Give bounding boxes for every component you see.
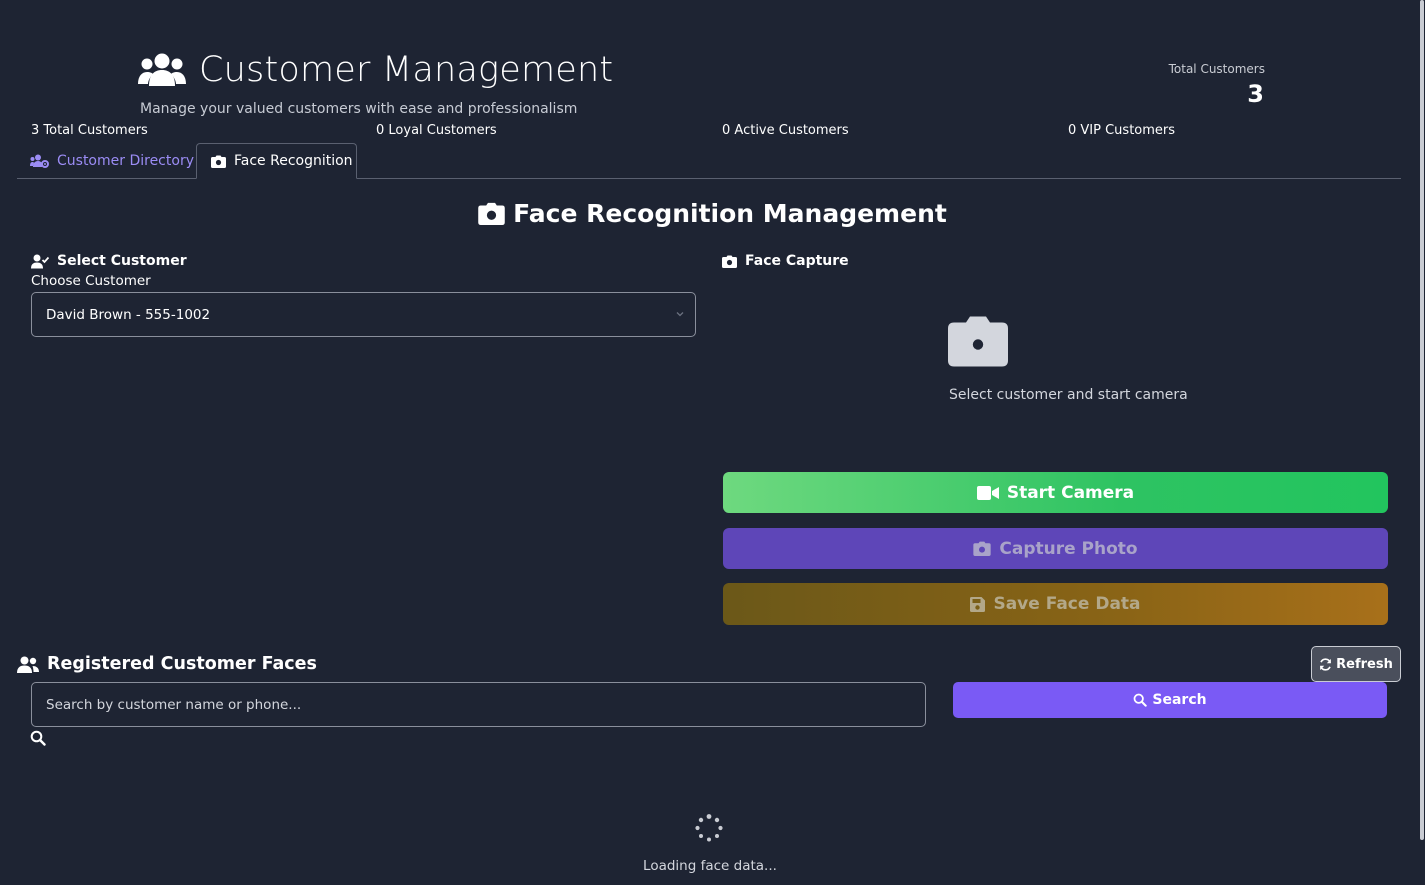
face-capture-heading-text: Face Capture xyxy=(745,253,849,269)
select-customer-heading-text: Select Customer xyxy=(57,253,187,269)
camera-placeholder-text: Select customer and start camera xyxy=(949,387,1188,403)
total-customers-value: 3 xyxy=(1247,80,1264,108)
capture-photo-label: Capture Photo xyxy=(999,538,1138,559)
user-check-icon xyxy=(31,254,49,268)
choose-customer-label: Choose Customer xyxy=(31,273,151,289)
loading-text: Loading face data... xyxy=(643,858,777,874)
section-title-text: Face Recognition Management xyxy=(513,199,947,228)
save-face-data-button[interactable]: Save Face Data xyxy=(723,583,1388,625)
tab-face-recognition[interactable]: Face Recognition xyxy=(196,143,357,179)
total-customers-label: Total Customers xyxy=(1168,62,1265,76)
page-title: Customer Management xyxy=(199,50,614,90)
search-icon xyxy=(1134,693,1148,707)
stat-vip-customers: 0 VIP Customers xyxy=(1068,123,1176,138)
registered-faces-heading-text: Registered Customer Faces xyxy=(47,654,317,674)
stat-loyal-customers: 0 Loyal Customers xyxy=(376,123,497,138)
users-cog-icon xyxy=(30,154,49,168)
search-button-label: Search xyxy=(1152,692,1207,708)
search-icon xyxy=(30,730,46,746)
stat-total-customers: 3 Total Customers xyxy=(31,123,148,138)
refresh-button[interactable]: Refresh xyxy=(1311,646,1401,682)
loading-spinner-icon xyxy=(695,814,723,842)
start-camera-label: Start Camera xyxy=(1006,482,1135,503)
video-icon xyxy=(976,485,999,500)
page-subtitle: Manage your valued customers with ease a… xyxy=(140,101,578,117)
camera-placeholder-icon xyxy=(948,316,1008,367)
users-icon xyxy=(17,656,39,673)
registered-faces-heading: Registered Customer Faces xyxy=(17,654,317,674)
customer-select-value: David Brown - 555-1002 xyxy=(46,306,211,323)
start-camera-button[interactable]: Start Camera xyxy=(723,472,1388,513)
camera-icon xyxy=(973,541,992,556)
stat-active-customers: 0 Active Customers xyxy=(722,123,849,138)
face-capture-heading: Face Capture xyxy=(722,253,849,269)
save-face-data-label: Save Face Data xyxy=(993,594,1141,614)
camera-icon xyxy=(211,155,226,168)
chevron-down-icon xyxy=(676,312,684,317)
scrollbar-thumb[interactable] xyxy=(1420,0,1424,840)
tab-customer-directory[interactable]: Customer Directory xyxy=(30,143,194,178)
section-title: Face Recognition Management xyxy=(0,199,1425,228)
tab-face-recognition-label: Face Recognition xyxy=(234,153,353,169)
customer-select[interactable]: David Brown - 555-1002 xyxy=(31,292,696,337)
refresh-label: Refresh xyxy=(1336,656,1393,672)
search-button[interactable]: Search xyxy=(953,682,1387,718)
camera-icon xyxy=(478,202,505,225)
camera-icon xyxy=(722,255,737,268)
search-input[interactable] xyxy=(31,682,926,727)
users-icon xyxy=(138,53,186,86)
capture-photo-button[interactable]: Capture Photo xyxy=(723,528,1388,569)
save-icon xyxy=(970,596,986,612)
refresh-icon xyxy=(1320,657,1332,671)
tab-customer-directory-label: Customer Directory xyxy=(57,152,194,169)
select-customer-heading: Select Customer xyxy=(31,253,187,269)
